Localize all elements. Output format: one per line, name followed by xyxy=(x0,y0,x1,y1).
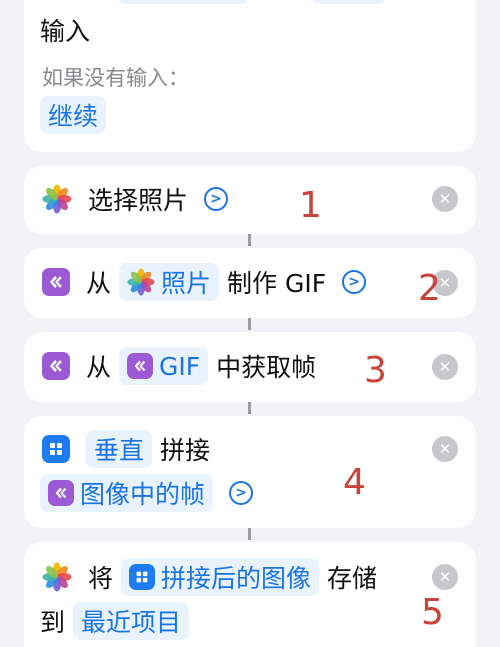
from-label: 从 xyxy=(86,269,112,298)
connector-line xyxy=(248,402,251,414)
input-card: 输入 如果没有输入： 继续 xyxy=(24,0,476,152)
step-annotation: 4 xyxy=(343,462,366,503)
connector-line xyxy=(248,528,251,540)
photos-icon xyxy=(127,268,155,296)
from-label: 从 xyxy=(86,353,112,382)
step-annotation: 5 xyxy=(421,592,444,633)
token-fragment xyxy=(119,0,247,4)
step-annotation: 2 xyxy=(418,268,441,309)
chevron-right-icon[interactable]: > xyxy=(204,187,229,211)
connector-line xyxy=(248,234,251,246)
grid-icon xyxy=(42,435,70,463)
photos-token[interactable]: 照片 xyxy=(119,263,220,301)
chevron-right-icon[interactable]: > xyxy=(342,270,367,294)
token-fragment xyxy=(314,0,384,4)
action-make-gif[interactable]: 从 照片 制作 GIF > ✕ xyxy=(24,248,476,318)
save-label: 存储 xyxy=(327,564,378,593)
input-title: 输入 xyxy=(40,17,91,46)
gif-icon xyxy=(127,353,154,379)
direction-token[interactable]: 垂直 xyxy=(86,430,153,468)
close-icon[interactable]: ✕ xyxy=(432,564,458,590)
close-icon[interactable]: ✕ xyxy=(432,354,458,380)
gif-icon xyxy=(48,480,74,506)
combine-label: 拼接 xyxy=(160,436,211,465)
step-annotation: 3 xyxy=(364,350,387,391)
to-label: 到 xyxy=(40,608,66,637)
frames-token[interactable]: 图像中的帧 xyxy=(40,474,214,512)
chevron-right-icon[interactable]: > xyxy=(229,481,254,505)
save-verb: 将 xyxy=(88,564,114,593)
action-label: 选择照片 xyxy=(88,186,189,215)
connector-line xyxy=(248,318,251,330)
action-choose-photos[interactable]: 选择照片 > ✕ xyxy=(24,166,476,234)
make-gif-label: 制作 GIF xyxy=(227,269,327,298)
close-icon[interactable]: ✕ xyxy=(432,436,458,462)
grid-icon xyxy=(129,564,156,590)
close-icon[interactable]: ✕ xyxy=(432,186,458,212)
get-frames-label: 中获取帧 xyxy=(216,353,317,382)
action-combine-images[interactable]: 垂直 拼接 图像中的帧 > ✕ xyxy=(24,416,476,528)
continue-token[interactable]: 继续 xyxy=(40,96,107,134)
gif-icon xyxy=(42,352,70,380)
gif-token[interactable]: GIF xyxy=(119,347,209,385)
gif-icon xyxy=(42,268,70,296)
no-input-label: 如果没有输入： xyxy=(42,66,189,90)
action-save-to-album[interactable]: 将 拼接后的图像 存储 到 最近项目 ✕ xyxy=(24,542,476,647)
action-get-frames[interactable]: 从 GIF 中获取帧 ✕ xyxy=(24,332,476,402)
album-token[interactable]: 最近项目 xyxy=(73,602,190,640)
step-annotation: 1 xyxy=(299,185,322,226)
photos-icon xyxy=(42,562,72,592)
photos-icon xyxy=(42,184,72,214)
combined-image-token[interactable]: 拼接后的图像 xyxy=(121,558,320,596)
